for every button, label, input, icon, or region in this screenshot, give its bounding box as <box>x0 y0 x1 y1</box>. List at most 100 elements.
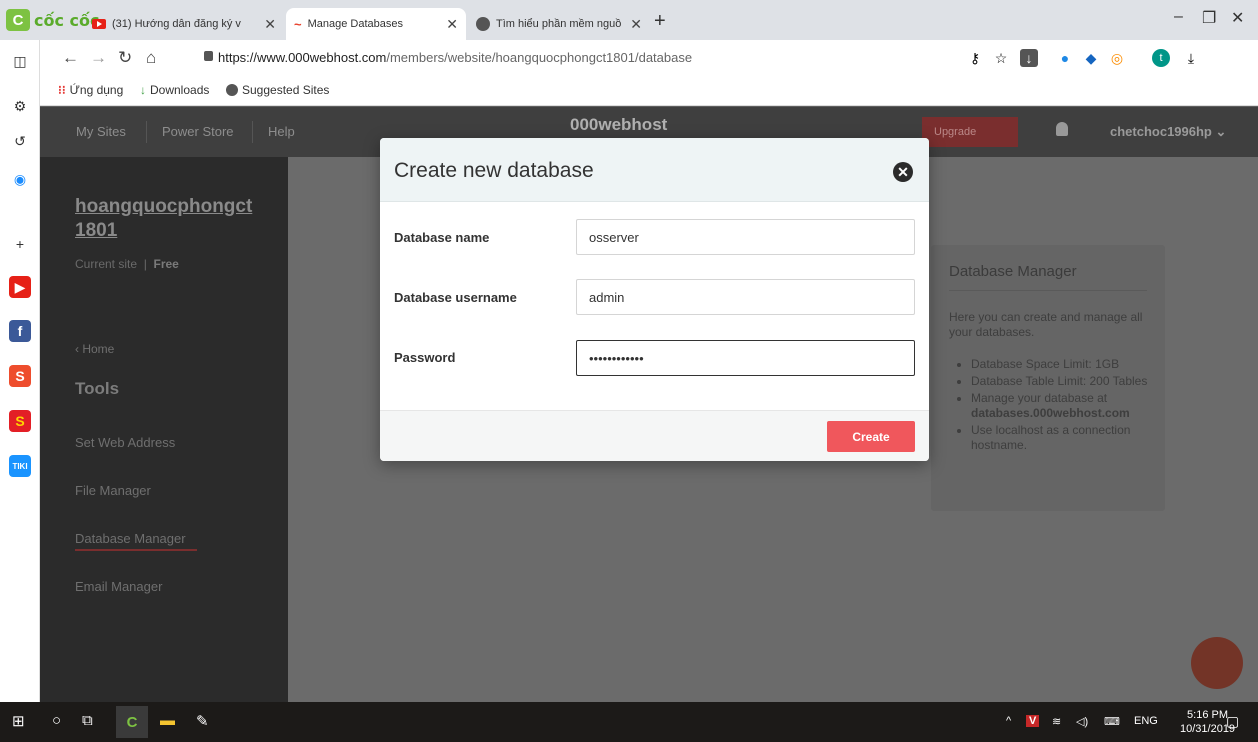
key-icon[interactable]: ⚷ <box>966 49 984 67</box>
sidebar-home-link[interactable]: ‹ Home <box>75 342 114 356</box>
sidebar-item-database-manager[interactable]: Database Manager <box>75 531 186 546</box>
minimize-icon[interactable]: – <box>1174 8 1183 26</box>
info-card-title: Database Manager <box>949 263 1077 280</box>
url-field[interactable]: https://www.000webhost.com/members/websi… <box>218 50 692 65</box>
forward-icon[interactable]: → <box>90 48 107 68</box>
profile-avatar[interactable]: t <box>1152 49 1170 67</box>
list-item: Use localhost as a connection hostname. <box>971 423 1159 453</box>
close-icon[interactable]: ✕ <box>893 162 913 182</box>
gear-icon[interactable]: ⚙ <box>9 95 31 117</box>
back-icon[interactable]: ← <box>62 48 79 68</box>
bookmark-label: Suggested Sites <box>242 83 330 97</box>
star-icon[interactable]: ☆ <box>992 49 1010 67</box>
messenger-icon[interactable]: ◉ <box>9 168 31 190</box>
database-manager-info-card: Database Manager Here you can create and… <box>931 245 1165 511</box>
database-name-input[interactable]: osserver <box>576 219 915 255</box>
nav-my-sites[interactable]: My Sites <box>76 124 126 139</box>
nav-help[interactable]: Help <box>268 124 295 139</box>
sidebar-item-email-manager[interactable]: Email Manager <box>75 579 162 594</box>
reload-icon[interactable]: ↻ <box>118 48 132 68</box>
task-view-icon[interactable]: ⧉ <box>82 712 93 729</box>
tab-manage-databases[interactable]: ~ Manage Databases ✕ <box>286 8 466 40</box>
close-icon[interactable]: ✕ <box>264 16 276 33</box>
antivirus-icon[interactable]: V <box>1026 715 1040 727</box>
extension-icon[interactable]: ◎ <box>1108 49 1126 67</box>
wifi-icon[interactable]: ≋ <box>1052 715 1061 728</box>
windows-taskbar: ⊞ ○ ⧉ C ▬ ✎ ^ V ≋ ◁) ⌨ ENG 5:16 PM 10/31… <box>0 702 1258 742</box>
plan-label: Free <box>153 257 179 271</box>
sidebar-item-set-web-address[interactable]: Set Web Address <box>75 435 175 450</box>
browser-tab-bar: C cốc cốc (31) Hướng dẫn đăng ký v ✕ ~ M… <box>0 0 1258 40</box>
extension-icon[interactable]: ◆ <box>1082 49 1100 67</box>
download-icon[interactable]: ↓ <box>1020 49 1038 67</box>
window-close-icon[interactable]: ✕ <box>1231 8 1244 28</box>
upgrade-button[interactable]: Upgrade <box>922 117 1018 147</box>
create-button[interactable]: Create <box>827 421 915 452</box>
tab-title: Manage Databases <box>307 18 403 30</box>
new-tab-button[interactable]: + <box>654 10 666 33</box>
databases-link[interactable]: databases.000webhost.com <box>971 406 1130 420</box>
active-item-underline <box>75 549 197 551</box>
bookmarks-bar: ⁝⁝ Ứng dụng ↓ Downloads Suggested Sites <box>40 76 1258 106</box>
list-item-text: Manage your database at <box>971 391 1108 405</box>
shopee-icon[interactable]: S <box>9 365 31 387</box>
keyboard-icon[interactable]: ⌨ <box>1104 715 1120 728</box>
close-icon[interactable]: ✕ <box>446 16 458 33</box>
browser-sidebar: ◫ ⚙ ↺ ◉ + ▶ f S S TIKI <box>0 40 40 702</box>
database-username-input[interactable]: admin <box>576 279 915 315</box>
site-logo[interactable]: 000webhost <box>570 115 667 135</box>
bookmark-apps[interactable]: ⁝⁝ Ứng dụng <box>58 83 123 97</box>
chevron-down-icon: ⌄ <box>1215 124 1227 139</box>
sidebar-item-file-manager[interactable]: File Manager <box>75 483 151 498</box>
nav-power-store[interactable]: Power Store <box>162 124 234 139</box>
divider <box>949 290 1147 291</box>
restore-icon[interactable]: ❐ <box>1202 8 1216 28</box>
chat-widget-icon[interactable] <box>1191 637 1243 689</box>
database-name-label: Database name <box>394 230 490 245</box>
add-icon[interactable]: + <box>9 233 31 255</box>
tiki-icon[interactable]: TIKI <box>9 455 31 477</box>
modal-footer: Create <box>380 410 929 461</box>
lock-icon <box>204 51 213 61</box>
coccoc-taskbar-icon[interactable]: C <box>116 706 148 738</box>
language-indicator[interactable]: ENG <box>1134 715 1158 727</box>
bookmark-label: Downloads <box>150 83 210 97</box>
list-item: Manage your database at databases.000web… <box>971 391 1159 421</box>
bookmark-downloads[interactable]: ↓ Downloads <box>140 83 209 97</box>
database-username-label: Database username <box>394 290 517 305</box>
notification-icon[interactable]: ▢ <box>1226 713 1239 730</box>
close-icon[interactable]: ✕ <box>630 16 642 33</box>
sidebar-toggle-icon[interactable]: ◫ <box>9 50 31 72</box>
current-site-label: Current site <box>75 257 138 271</box>
paint-icon[interactable]: ✎ <box>196 712 209 730</box>
chevron-up-icon[interactable]: ^ <box>1006 715 1011 727</box>
tab-youtube[interactable]: (31) Hướng dẫn đăng ký v ✕ <box>84 8 284 40</box>
address-bar: ← → ↻ ⌂ https://www.000webhost.com/membe… <box>40 40 1258 76</box>
user-menu[interactable]: chetchoc1996hp ⌄ <box>1110 124 1226 140</box>
tab-tim-hieu[interactable]: Tìm hiểu phần mềm nguồ ✕ <box>468 8 650 40</box>
extension-icon[interactable]: ● <box>1056 49 1074 67</box>
search-icon[interactable]: ○ <box>52 712 61 729</box>
sendo-icon[interactable]: S <box>9 410 31 432</box>
volume-icon[interactable]: ◁) <box>1076 715 1088 728</box>
site-sidebar: hoangquocphongct 1801 Current site | Fre… <box>40 157 288 702</box>
list-item: Database Table Limit: 200 Tables <box>971 374 1159 389</box>
site-name-link[interactable]: hoangquocphongct 1801 <box>75 195 265 243</box>
youtube-icon[interactable]: ▶ <box>9 276 31 298</box>
bookmark-suggested-sites[interactable]: Suggested Sites <box>226 83 329 97</box>
modal-header: Create new database ✕ <box>380 138 929 202</box>
nav-divider <box>146 121 147 143</box>
facebook-icon[interactable]: f <box>9 320 31 342</box>
tab-title: Tìm hiểu phần mềm nguồ <box>496 18 622 30</box>
modal-title: Create new database <box>394 159 594 182</box>
password-input[interactable]: •••••••••••• <box>576 340 915 376</box>
bell-icon[interactable] <box>1056 122 1068 136</box>
create-database-modal: Create new database ✕ Database name osse… <box>380 138 929 461</box>
history-icon[interactable]: ↺ <box>9 130 31 152</box>
windows-start-icon[interactable]: ⊞ <box>12 712 25 730</box>
file-explorer-icon[interactable]: ▬ <box>160 712 175 729</box>
home-icon[interactable]: ⌂ <box>146 48 156 68</box>
download-arrow-icon[interactable]: ⤓ <box>1182 49 1200 67</box>
youtube-icon <box>92 19 106 29</box>
download-icon: ↓ <box>140 83 146 97</box>
